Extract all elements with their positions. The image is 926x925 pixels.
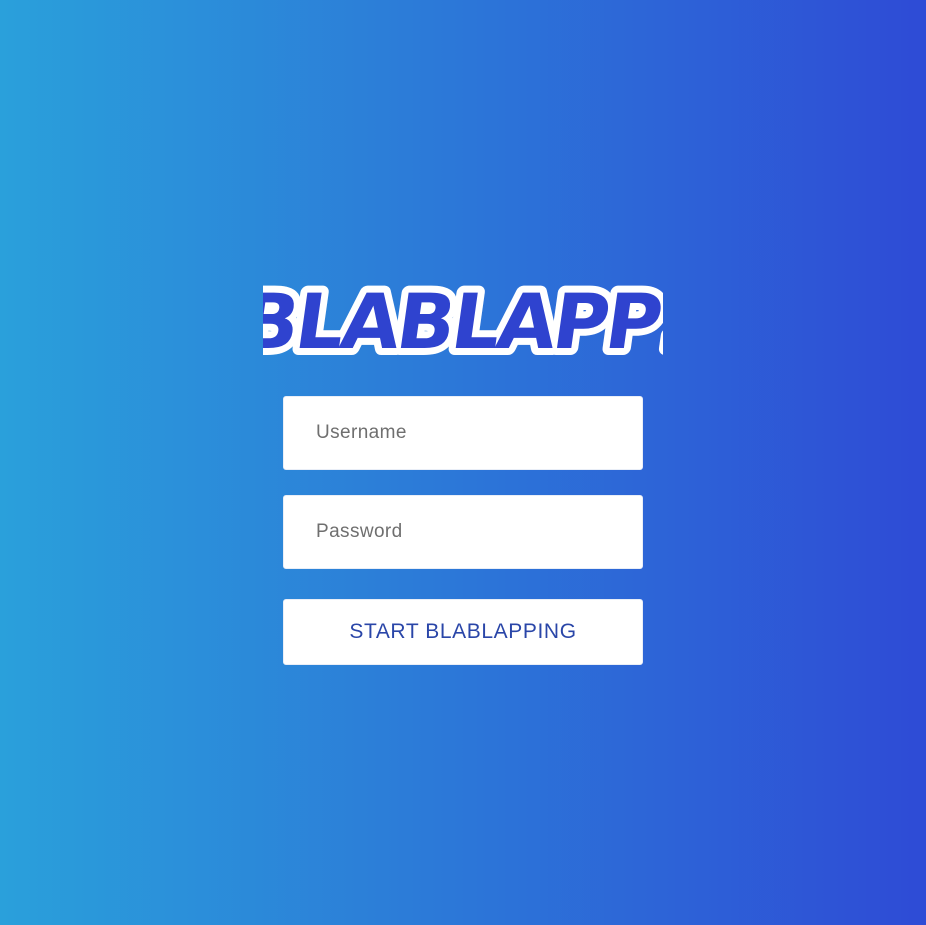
username-input[interactable] [283,396,643,470]
start-blablapping-button[interactable]: START BLABLAPPING [283,599,643,665]
logo-wordmark: BLABLAPP! BLABLAPP! [263,272,663,362]
password-input[interactable] [283,495,643,569]
app-logo: BLABLAPP! BLABLAPP! [263,272,663,362]
logo-text: BLABLAPP! [263,278,663,362]
